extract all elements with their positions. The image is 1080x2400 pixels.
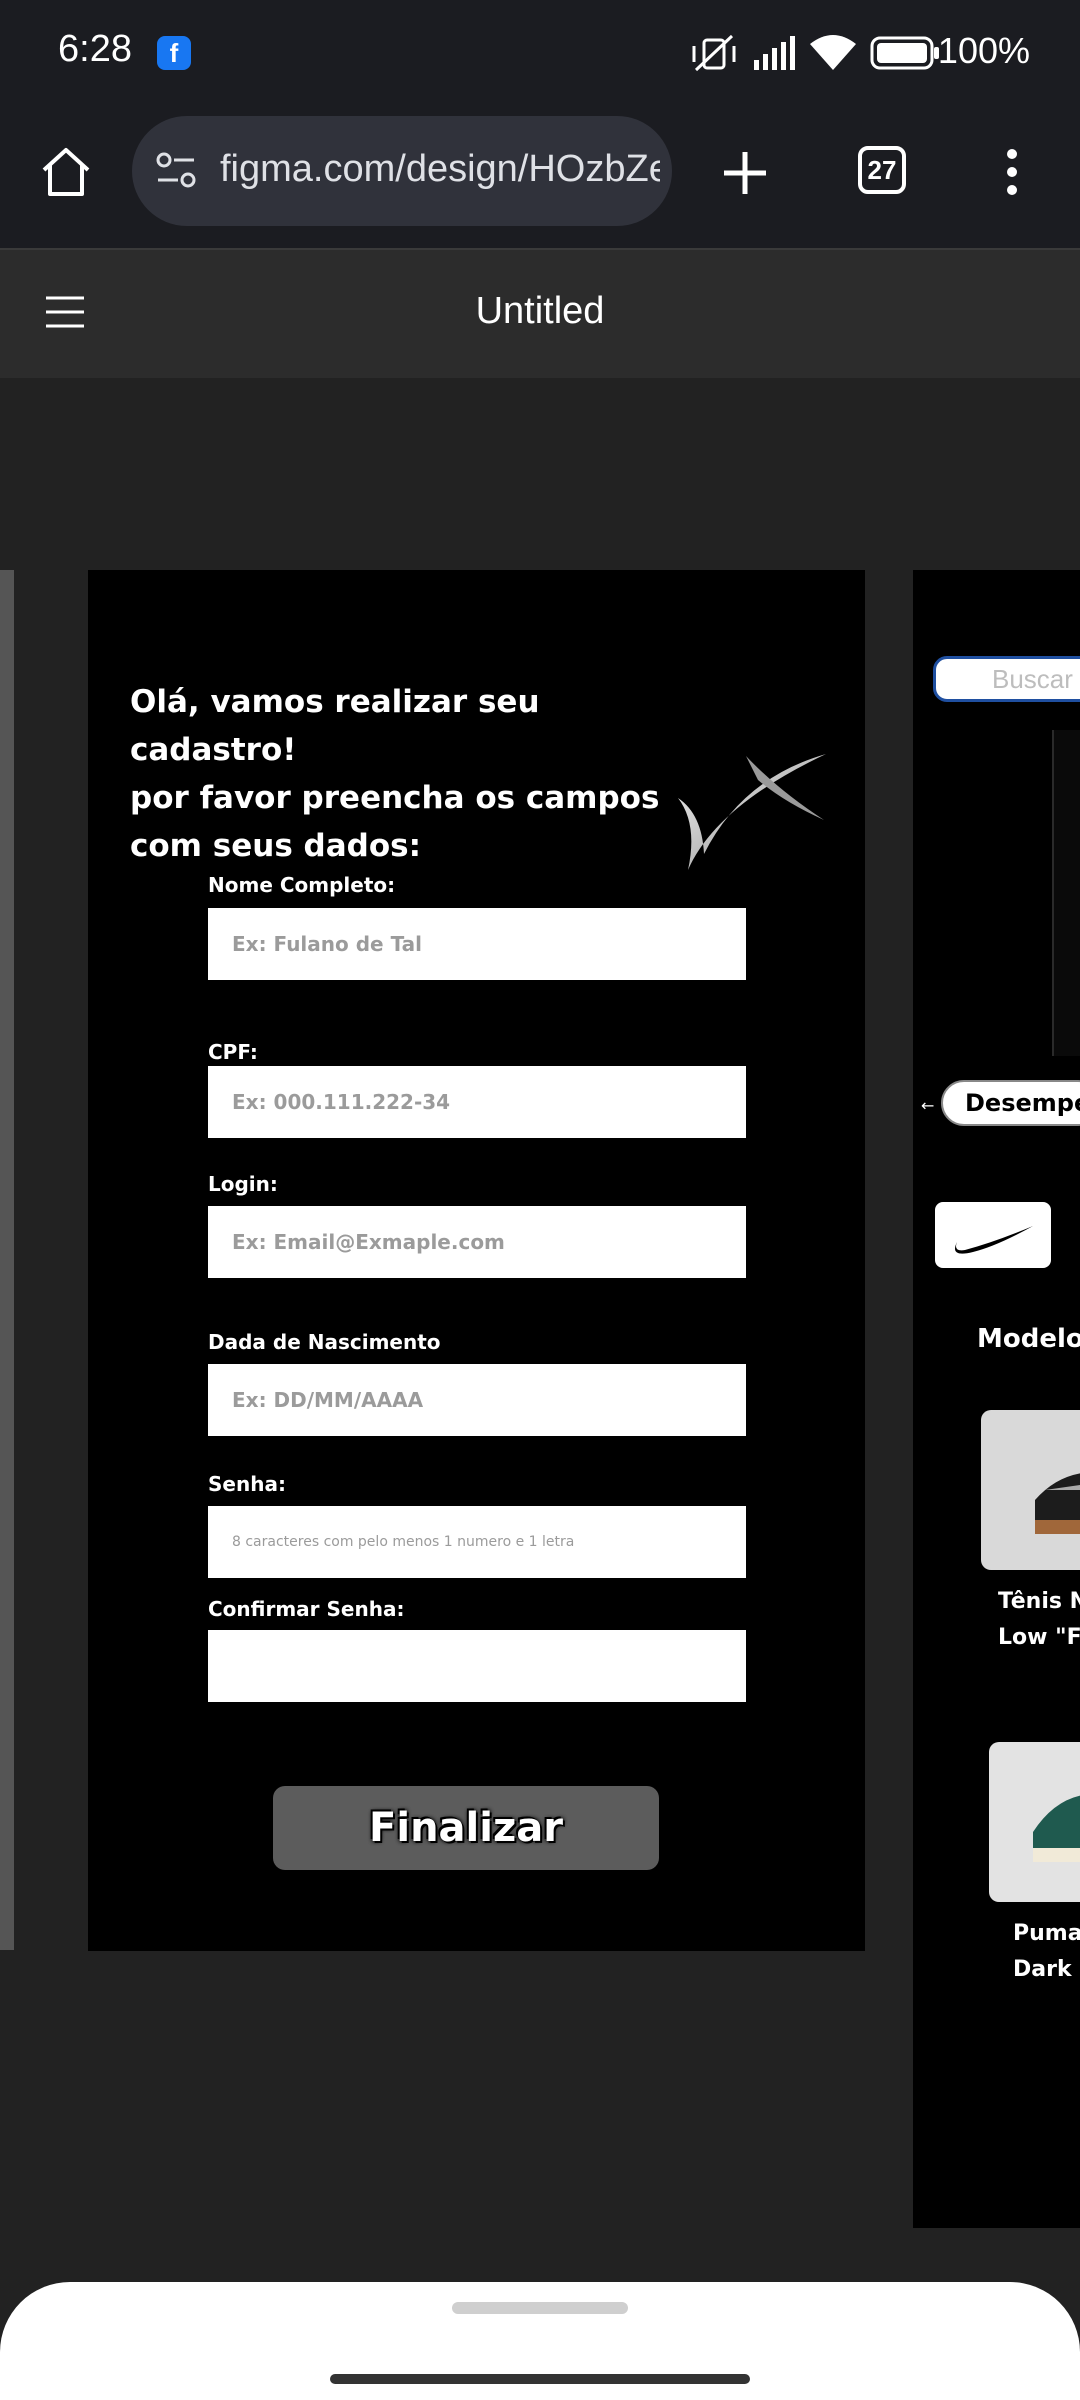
product-name-line: Low "F bbox=[998, 1625, 1080, 1650]
field-label-senha: Senha: bbox=[208, 1472, 286, 1496]
wifi-icon bbox=[810, 35, 856, 70]
url-text: figma.com/design/HOzbZe bbox=[220, 148, 660, 190]
search-input[interactable]: Buscar bbox=[933, 656, 1080, 702]
registration-frame[interactable]: Olá, vamos realizar seu cadastro! por fa… bbox=[88, 570, 865, 1951]
brand-logo bbox=[678, 754, 826, 870]
product-name-line: Puma bbox=[1013, 1921, 1080, 1946]
cpf-input[interactable] bbox=[208, 1066, 746, 1138]
address-bar[interactable]: figma.com/design/HOzbZe bbox=[132, 116, 672, 226]
file-title[interactable]: Untitled bbox=[0, 290, 1080, 333]
nike-brand-card[interactable] bbox=[935, 1202, 1051, 1268]
login-input[interactable] bbox=[208, 1206, 746, 1278]
heading-line: por favor preencha os campos bbox=[130, 780, 660, 816]
battery-level: 100% bbox=[937, 30, 1030, 71]
more-menu-icon[interactable] bbox=[1000, 146, 1024, 202]
field-label-login: Login: bbox=[208, 1172, 278, 1196]
product-name: Tênis N Low "F bbox=[998, 1584, 1080, 1656]
form-heading: Olá, vamos realizar seu cadastro! por fa… bbox=[130, 678, 690, 870]
nome-completo-input[interactable] bbox=[208, 908, 746, 980]
category-chip[interactable]: Desempe bbox=[941, 1080, 1080, 1126]
figma-header: Untitled bbox=[0, 248, 1080, 378]
section-title: Modelos bbox=[977, 1324, 1080, 1354]
senha-input[interactable] bbox=[208, 1506, 746, 1578]
status-bar: 6:28 f 100% bbox=[0, 0, 1080, 110]
heading-line: com seus dados: bbox=[130, 828, 422, 864]
field-label-confirmar-senha: Confirmar Senha: bbox=[208, 1597, 405, 1621]
store-frame[interactable]: Buscar ← Desempe Modelos Tênis N Low "F bbox=[913, 570, 1080, 2228]
sneaker-image bbox=[1033, 1795, 1080, 1862]
product-name: Puma Dark bbox=[1013, 1916, 1080, 1988]
site-settings-icon[interactable] bbox=[154, 148, 200, 194]
product-image[interactable] bbox=[989, 1742, 1080, 1902]
heading-line: Olá, vamos realizar seu cadastro! bbox=[130, 684, 540, 768]
facebook-notification-icon: f bbox=[157, 36, 191, 70]
vibrate-mute-icon bbox=[692, 34, 736, 72]
product-name-line: Dark bbox=[1013, 1957, 1072, 1982]
battery-icon bbox=[870, 36, 939, 70]
back-arrow-icon[interactable]: ← bbox=[921, 1096, 934, 1115]
product-image[interactable] bbox=[981, 1410, 1080, 1570]
left-frame-edge[interactable] bbox=[0, 570, 14, 1950]
field-label-nascimento: Dada de Nascimento bbox=[208, 1330, 441, 1354]
design-canvas[interactable]: Olá, vamos realizar seu cadastro! por fa… bbox=[0, 378, 1080, 2278]
new-tab-icon[interactable] bbox=[720, 148, 770, 198]
gesture-navigation-bar[interactable] bbox=[330, 2374, 750, 2384]
confirmar-senha-input[interactable] bbox=[208, 1630, 746, 1702]
nascimento-input[interactable] bbox=[208, 1364, 746, 1436]
status-time: 6:28 bbox=[58, 28, 132, 70]
tab-switcher-button[interactable]: 27 bbox=[858, 146, 906, 194]
home-icon[interactable] bbox=[38, 144, 94, 200]
sneaker-image bbox=[1035, 1473, 1080, 1534]
signal-icon bbox=[754, 36, 795, 70]
sheet-drag-handle[interactable] bbox=[452, 2302, 628, 2314]
field-label-nome: Nome Completo: bbox=[208, 873, 396, 897]
finalizar-button[interactable]: Finalizar bbox=[273, 1786, 659, 1870]
banner-image bbox=[1052, 730, 1080, 1056]
bottom-sheet[interactable] bbox=[0, 2282, 1080, 2400]
product-name-line: Tênis N bbox=[998, 1589, 1080, 1614]
field-label-cpf: CPF: bbox=[208, 1040, 258, 1064]
browser-toolbar: figma.com/design/HOzbZe 27 bbox=[0, 110, 1080, 248]
nike-swoosh-icon bbox=[955, 1226, 1033, 1254]
